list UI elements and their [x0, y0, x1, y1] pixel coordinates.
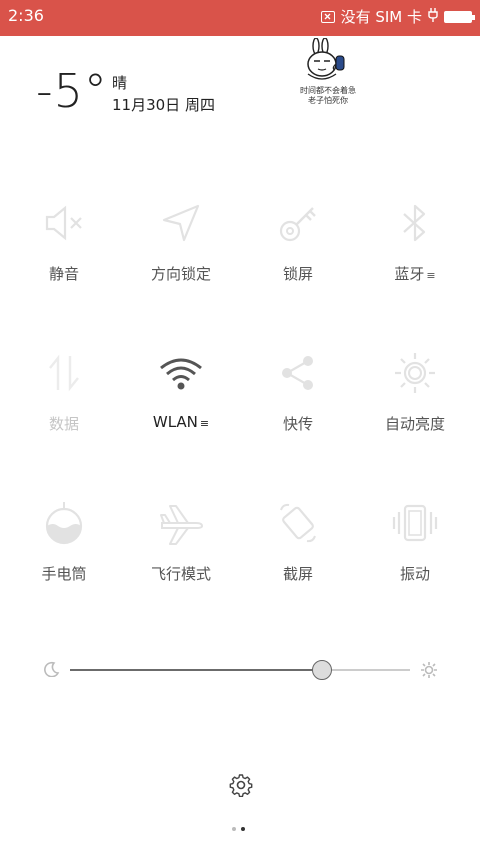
auto-brightness-icon: [395, 353, 435, 393]
mute-icon: [45, 205, 82, 241]
toggle-wlan-label: WLAN ≡: [152, 413, 210, 431]
page-dot-1[interactable]: [232, 827, 236, 831]
toggle-mobile-data[interactable]: 数据: [4, 340, 124, 450]
page-indicator: [232, 827, 245, 831]
bunny-sticker-icon: [307, 37, 345, 80]
share-icon: [282, 356, 313, 390]
status-time: 2:36: [8, 6, 44, 25]
bluetooth-icon: [403, 204, 426, 242]
toggle-flashlight[interactable]: 手电筒: [4, 490, 124, 600]
toggle-bluetooth-label: 蓝牙 ≡: [394, 265, 436, 283]
toggle-mute[interactable]: 静音: [4, 190, 124, 300]
toggle-quick-share[interactable]: 快传: [238, 340, 358, 450]
key-icon: [279, 207, 316, 242]
moon-icon: [44, 661, 60, 677]
toggle-auto-brightness-label: 自动亮度: [384, 415, 445, 433]
sim-status-text: 没有 SIM 卡: [340, 8, 422, 26]
toggle-rotation-lock-label: 方向锁定: [150, 265, 211, 283]
toggle-mobile-data-label: 数据: [48, 415, 79, 433]
no-sim-icon: [320, 10, 335, 23]
weather-condition: 晴: [112, 74, 128, 92]
toggle-flashlight-label: 手电筒: [41, 565, 87, 583]
charging-icon: [428, 7, 438, 26]
brightness-fill: [70, 669, 322, 671]
temperature: -5°: [36, 64, 108, 118]
toggle-lock-screen[interactable]: 锁屏: [238, 190, 358, 300]
toggle-vibrate[interactable]: 振动: [355, 490, 475, 600]
status-right: 没有 SIM 卡: [320, 6, 475, 27]
toggle-vibrate-label: 振动: [399, 565, 430, 583]
toggle-rotation-lock[interactable]: 方向锁定: [121, 190, 241, 300]
airplane-icon: [160, 505, 204, 545]
toggle-quick-share-label: 快传: [282, 415, 313, 433]
vibrate-icon: [392, 504, 438, 542]
mobile-data-icon: [49, 354, 79, 392]
status-bar: 2:36 没有 SIM 卡: [0, 0, 480, 36]
toggle-airplane-mode-label: 飞行模式: [150, 565, 211, 583]
toggle-auto-brightness[interactable]: 自动亮度: [355, 340, 475, 450]
battery-icon: [444, 10, 475, 23]
toggle-screenshot-label: 截屏: [282, 565, 313, 583]
rotation-lock-icon: [162, 204, 200, 242]
toggle-bluetooth[interactable]: 蓝牙 ≡: [355, 190, 475, 300]
brightness-slider[interactable]: [40, 655, 440, 685]
more-options-icon: ≡: [199, 417, 210, 430]
toggle-airplane-mode[interactable]: 飞行模式: [121, 490, 241, 600]
toggle-lock-screen-label: 锁屏: [282, 265, 313, 283]
more-options-icon: ≡: [426, 269, 436, 282]
gear-icon: [229, 774, 253, 798]
toggle-screenshot[interactable]: 截屏: [238, 490, 358, 600]
date: 11月30日 周四: [112, 96, 215, 114]
wifi-icon: [160, 358, 202, 390]
screenshot-icon: [280, 503, 316, 543]
toggle-wlan[interactable]: WLAN ≡: [121, 340, 241, 450]
flashlight-icon: [45, 502, 83, 545]
sticker-image: 时间都不会着急 老子怕死你: [292, 37, 364, 110]
brightness-thumb[interactable]: [311, 660, 332, 680]
page-dot-2[interactable]: [241, 827, 245, 831]
settings-button[interactable]: [229, 773, 253, 798]
toggle-mute-label: 静音: [48, 265, 79, 283]
sticker-caption: 时间都不会着急 老子怕死你: [300, 86, 356, 105]
sun-icon: [421, 662, 437, 678]
